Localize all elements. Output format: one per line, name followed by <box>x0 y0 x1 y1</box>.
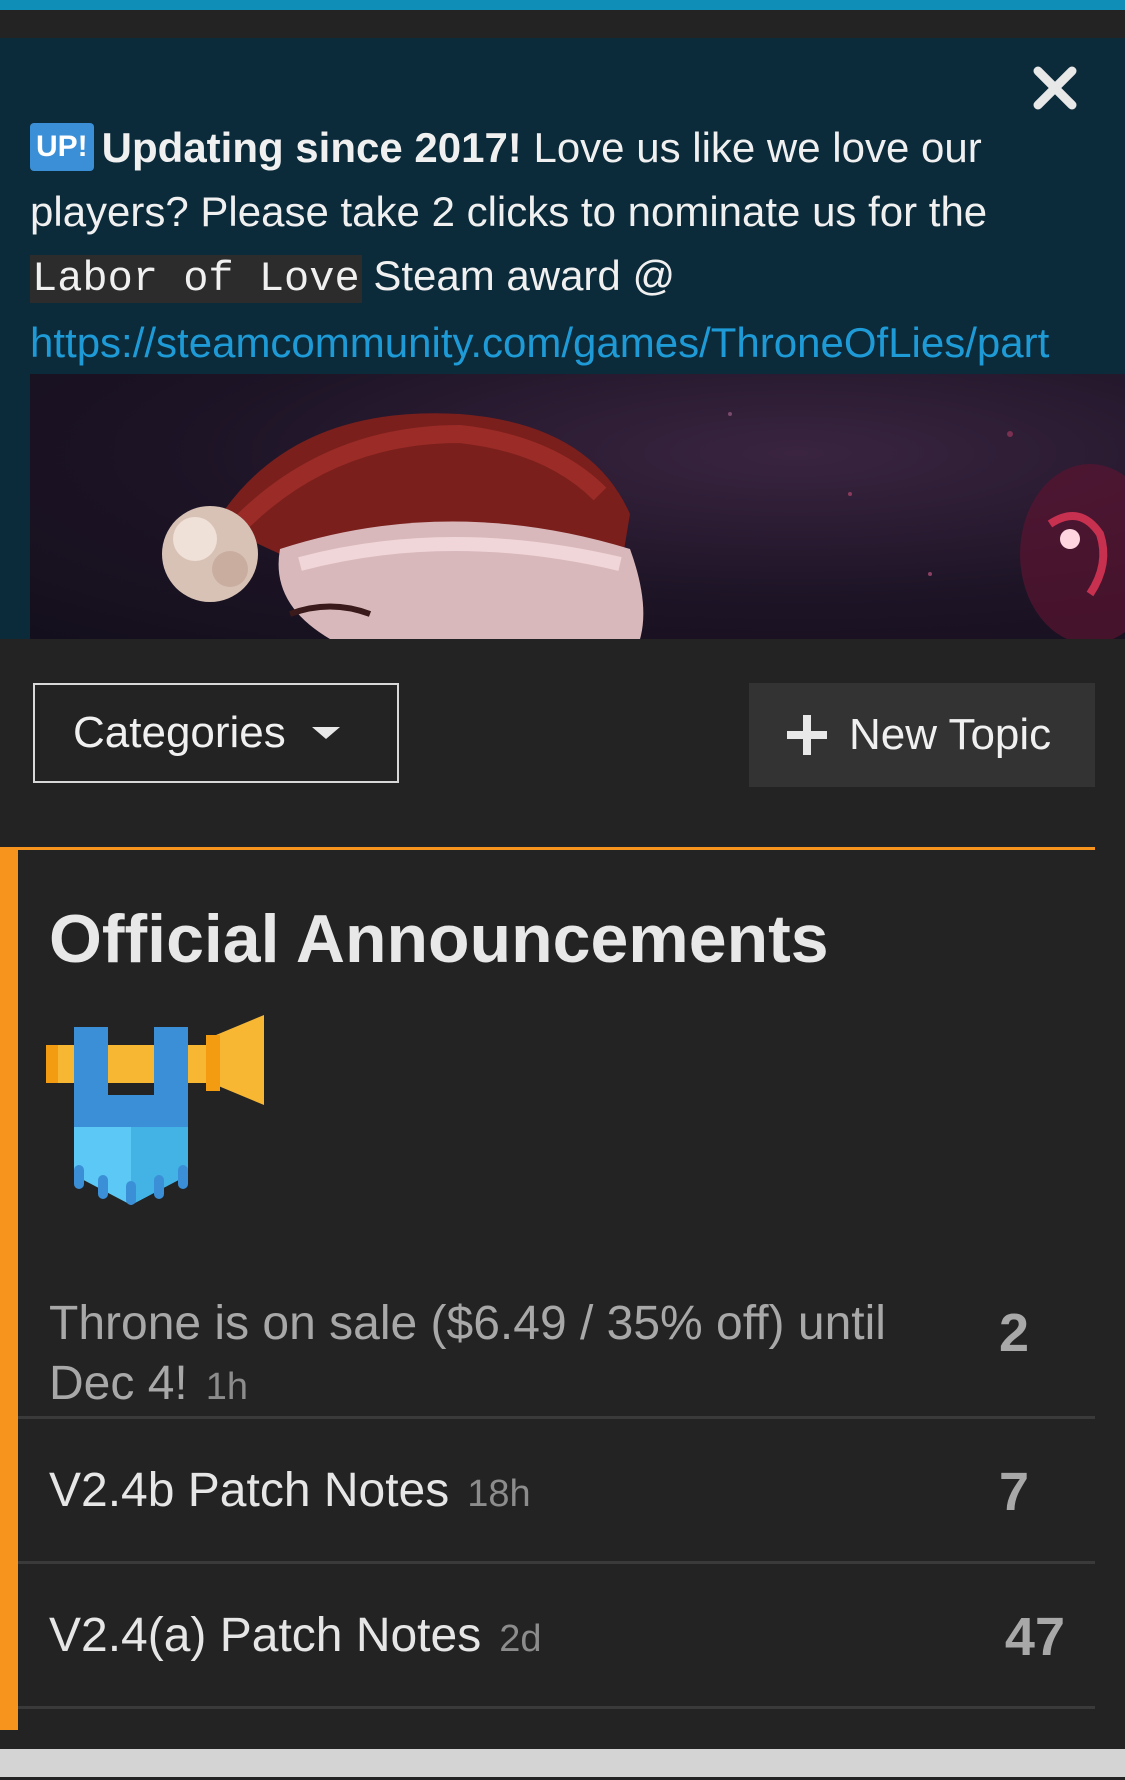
new-topic-button[interactable]: New Topic <box>749 683 1095 787</box>
topic-reply-count: 7 <box>998 1462 1029 1522</box>
topic-age: 1h <box>205 1366 249 1408</box>
banner-headline: Updating since 2017! <box>101 124 522 171</box>
topic-row[interactable]: V2.4(a) Patch Notes 2d 47 <box>18 1564 1095 1709</box>
banner-message: UP! Updating since 2017! Love us like we … <box>30 116 1110 375</box>
topic-age: 18h <box>467 1473 531 1515</box>
topic-age: 2d <box>499 1618 542 1660</box>
categories-dropdown[interactable]: Categories <box>33 683 399 783</box>
close-icon <box>1033 66 1077 110</box>
category-title[interactable]: Official Announcements <box>49 900 829 978</box>
topic-title[interactable]: Throne is on sale ($6.49 / 35% off) unti… <box>49 1297 886 1410</box>
categories-label: Categories <box>73 708 286 757</box>
category-official-announcements: Official Announcements Throne is on sale… <box>0 847 1095 1780</box>
award-name-code: Labor of Love <box>30 255 362 303</box>
topic-reply-count: 2 <box>998 1303 1029 1363</box>
header-strip <box>0 10 1125 38</box>
close-banner-button[interactable] <box>1025 58 1085 118</box>
banner-image <box>30 374 1125 639</box>
topic-title[interactable]: V2.4b Patch Notes <box>49 1464 449 1517</box>
caret-down-icon <box>311 727 340 739</box>
announcement-banner: UP! Updating since 2017! Love us like we … <box>0 38 1125 639</box>
topic-toolbar: Categories New Topic <box>0 639 1125 849</box>
topic-title[interactable]: V2.4(a) Patch Notes <box>49 1609 481 1662</box>
topic-reply-count: 47 <box>1004 1607 1065 1667</box>
topic-row[interactable]: Throne is on sale ($6.49 / 35% off) unti… <box>18 1266 1095 1419</box>
bottom-browser-bar <box>0 1749 1125 1777</box>
banner-text-2: Steam award @ <box>361 252 676 299</box>
announcement-trumpet-logo <box>46 1015 264 1205</box>
santa-hat-illustration <box>162 412 1125 639</box>
steam-award-link[interactable]: https://steamcommunity.com/games/ThroneO… <box>30 319 1049 366</box>
top-accent-bar <box>0 0 1125 10</box>
up-badge: UP! <box>30 123 94 171</box>
topic-row[interactable]: V2.4b Patch Notes 18h 7 <box>18 1419 1095 1564</box>
category-color-stripe <box>0 850 18 1730</box>
new-topic-label: New Topic <box>849 710 1052 759</box>
plus-icon <box>787 715 827 755</box>
